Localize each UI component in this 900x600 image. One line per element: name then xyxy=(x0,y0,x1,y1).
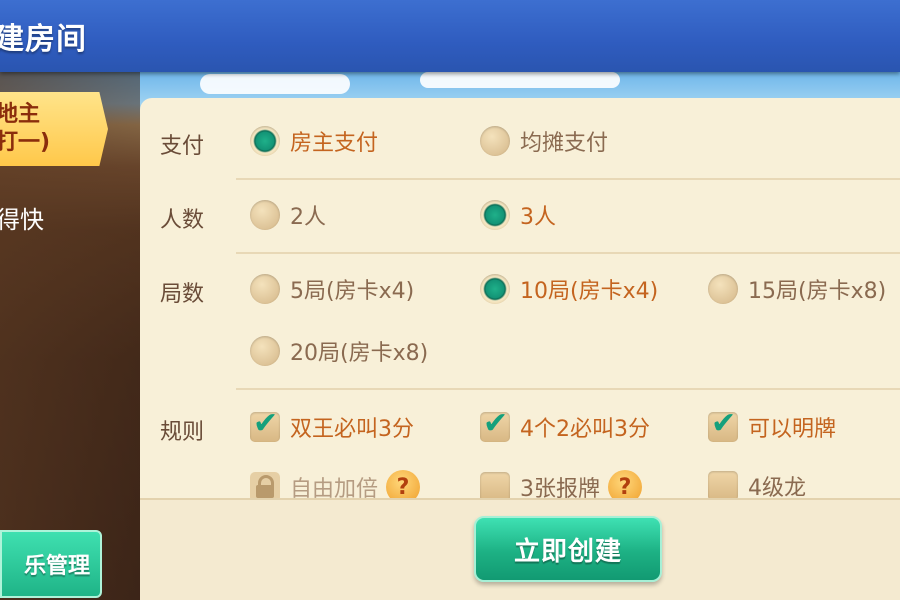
title-bar: 建房间 xyxy=(0,0,900,72)
row-divider xyxy=(236,178,900,180)
help-icon[interactable]: ? xyxy=(608,470,642,498)
game-type-sidebar: 地主 打一) 得快 乐管理 xyxy=(0,72,140,600)
page-title: 建房间 xyxy=(0,22,87,57)
sidebar-item-sublabel: 打一) xyxy=(0,130,51,155)
pay-option-split[interactable]: 均摊支付 xyxy=(480,125,608,157)
rule-double-joker[interactable]: ✔ 双王必叫3分 xyxy=(250,406,414,443)
sidebar-item-doudizhu[interactable]: 地主 打一) xyxy=(0,92,108,166)
pay-label: 支付 xyxy=(160,134,205,159)
sidebar-item-paodekuai[interactable]: 得快 xyxy=(0,200,44,235)
players-option-3[interactable]: 3人 xyxy=(480,199,556,231)
sidebar-item-label: 地主 xyxy=(0,102,41,127)
radio-unselected-icon xyxy=(250,274,280,304)
option-label: 2人 xyxy=(290,205,326,230)
radio-unselected-icon xyxy=(708,274,738,304)
option-label: 3张报牌 xyxy=(520,477,600,498)
radio-selected-icon xyxy=(480,200,510,230)
checkmark-icon: ✔ xyxy=(253,406,279,441)
help-icon[interactable]: ? xyxy=(386,470,421,498)
pay-option-owner[interactable]: 房主支付 xyxy=(250,125,378,157)
option-label: 10局(房卡x4) xyxy=(520,279,659,304)
players-option-2[interactable]: 2人 xyxy=(250,199,326,231)
option-label: 5局(房卡x4) xyxy=(290,279,415,304)
cloud-decoration xyxy=(420,72,620,88)
checkmark-icon: ✔ xyxy=(711,406,737,441)
action-bar: 立即创建 xyxy=(140,498,900,600)
rule-four-twos[interactable]: ✔ 4个2必叫3分 xyxy=(480,406,650,443)
cloud-decoration xyxy=(200,74,350,94)
rules-label: 规则 xyxy=(160,420,205,445)
option-label: 自由加倍 xyxy=(290,477,379,498)
lock-icon xyxy=(250,472,280,498)
club-manage-button[interactable]: 乐管理 xyxy=(0,530,102,598)
room-options-panel: 支付 房主支付 均摊支付 人数 2人 3人 局数 5局(房卡x4) 10局(房卡… xyxy=(140,98,900,498)
radio-unselected-icon xyxy=(480,126,510,156)
checkbox-checked-icon: ✔ xyxy=(480,406,510,442)
create-room-button[interactable]: 立即创建 xyxy=(474,516,662,582)
option-label: 可以明牌 xyxy=(748,417,837,442)
checkbox-unchecked-icon xyxy=(708,471,738,498)
radio-unselected-icon xyxy=(250,336,280,366)
radio-selected-icon xyxy=(480,274,510,304)
option-label: 4个2必叫3分 xyxy=(520,417,650,442)
checkbox-unchecked-icon xyxy=(480,472,510,498)
option-label: 房主支付 xyxy=(290,131,379,156)
rule-show-cards[interactable]: ✔ 可以明牌 xyxy=(708,406,837,443)
checkbox-checked-icon: ✔ xyxy=(250,406,280,442)
option-label: 均摊支付 xyxy=(520,131,609,156)
option-label: 15局(房卡x8) xyxy=(748,279,887,304)
option-label: 双王必叫3分 xyxy=(290,417,414,442)
option-label: 20局(房卡x8) xyxy=(290,341,429,366)
checkmark-icon: ✔ xyxy=(483,406,509,441)
rule-three-report[interactable]: 3张报牌 ? xyxy=(480,470,642,498)
checkbox-checked-icon: ✔ xyxy=(708,406,738,442)
radio-unselected-icon xyxy=(250,200,280,230)
players-label: 人数 xyxy=(160,208,205,233)
row-divider xyxy=(236,388,900,390)
rounds-option-5[interactable]: 5局(房卡x4) xyxy=(250,273,414,305)
row-divider xyxy=(236,252,900,254)
rounds-option-15[interactable]: 15局(房卡x8) xyxy=(708,273,886,305)
rule-level4-dragon[interactable]: 4级龙 xyxy=(708,470,806,498)
radio-selected-icon xyxy=(250,126,280,156)
rule-free-double[interactable]: 自由加倍 ? xyxy=(250,470,421,498)
rounds-option-20[interactable]: 20局(房卡x8) xyxy=(250,335,428,367)
option-label: 4级龙 xyxy=(748,476,806,498)
rounds-option-10[interactable]: 10局(房卡x4) xyxy=(480,273,658,305)
option-label: 3人 xyxy=(520,205,556,230)
rounds-label: 局数 xyxy=(160,282,205,307)
